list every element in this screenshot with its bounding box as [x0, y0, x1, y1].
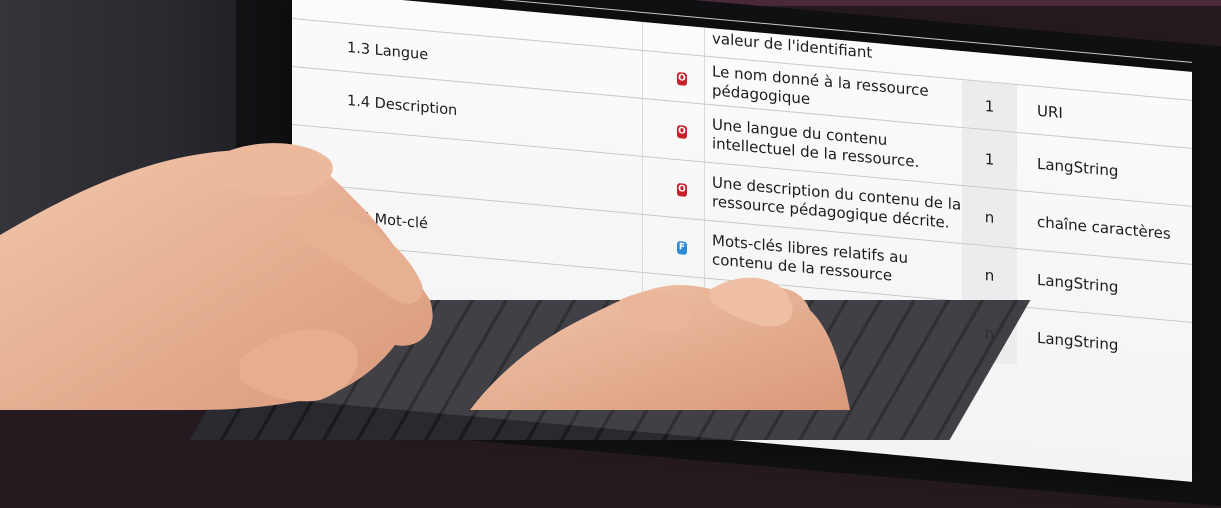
typing-hands — [0, 143, 850, 410]
